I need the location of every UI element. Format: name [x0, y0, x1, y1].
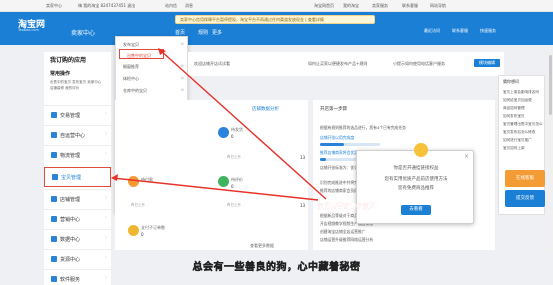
help-item[interactable]: 如何进行宝贝推广: [503, 138, 543, 143]
help-item[interactable]: 如何给宝贝加运费: [503, 98, 543, 103]
feedback-button[interactable]: 提交反馈: [505, 190, 545, 207]
arrow-to-dropdown: [159, 49, 327, 200]
online-service-button[interactable]: 在线客服: [505, 170, 545, 187]
help-item[interactable]: 宝贝如何上架: [503, 146, 543, 151]
video-subtitle: 总会有一些善良的狗，心中藏着秘密: [192, 262, 361, 274]
scrollbar[interactable]: [548, 52, 553, 252]
help-item[interactable]: 宝贝管理出售中宝贝怎么管理: [503, 122, 543, 127]
arrowhead: [111, 174, 118, 181]
help-item[interactable]: 商品如何管理: [503, 106, 543, 111]
annotation-arrows: [111, 48, 327, 201]
help-item[interactable]: 宝贝上架会影响排名吗: [503, 90, 543, 95]
help-rail-title: 猜你想问: [503, 79, 519, 84]
scrollbar-thumb[interactable]: [549, 55, 552, 115]
arrow-to-sidebar: [112, 177, 319, 201]
help-item[interactable]: 宝贝发布后怎么修改: [503, 130, 543, 135]
help-item[interactable]: 如何发布宝贝: [503, 114, 543, 119]
